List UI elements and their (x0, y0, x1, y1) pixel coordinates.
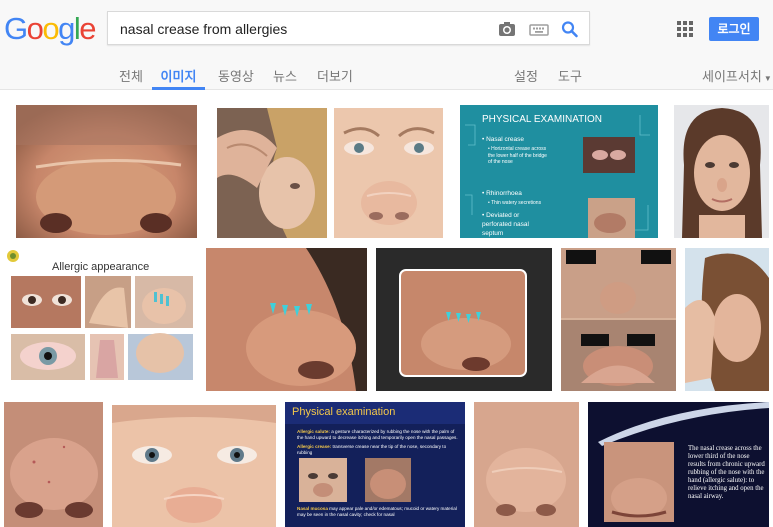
safesearch-menu[interactable]: 세이프서치 ▼ (702, 60, 772, 90)
image-result-nose-tip[interactable] (4, 402, 103, 527)
image-result-nose-closeup[interactable] (16, 105, 197, 238)
girl-portrait-image (674, 105, 769, 238)
image-result-physical-exam-slide-2[interactable]: Physical examination Allergic salute: a … (285, 402, 465, 527)
tab-settings[interactable]: 설정 (514, 60, 538, 90)
login-button[interactable]: 로그인 (709, 17, 759, 41)
tab-label: 설정 (514, 69, 538, 84)
slide-subbullet: • Horizontal crease across the lower hal… (488, 146, 547, 165)
logo-letter: o (26, 11, 44, 46)
tab-label: 뉴스 (273, 69, 297, 84)
slide-2-title: Physical examination (292, 406, 396, 418)
nose-before-after-image (561, 248, 676, 391)
image-result-allergic-appearance[interactable]: Allergic appearance (4, 248, 197, 385)
tab-more[interactable]: 더보기 (317, 60, 353, 90)
slide-2-bullet: Allergic salute: a gesture characterized… (297, 429, 461, 441)
child-nose-image (334, 108, 443, 238)
keyboard-icon[interactable] (528, 19, 550, 39)
safesearch-label: 세이프서치 (702, 69, 762, 84)
google-logo[interactable]: Google (4, 11, 96, 47)
logo-letter: G (4, 11, 28, 46)
slide-bullet-text: Nasal crease (486, 136, 525, 143)
search-box (107, 11, 590, 45)
tab-label: 도구 (558, 69, 582, 84)
slide-2-bullet-lead: Allergic crease: (297, 444, 332, 449)
image-result-girl-portrait[interactable] (674, 105, 769, 238)
header: Google nasal crease from allergies 로그인 전… (0, 0, 773, 90)
slide-2-bullet-lead: Allergic salute: (297, 429, 330, 434)
image-result-nose-arrows-1[interactable] (206, 248, 367, 391)
image-result-girl-rubbing-nose[interactable] (217, 108, 327, 238)
image-result-nose-arrows-2[interactable] (376, 248, 552, 391)
image-result-nose-front[interactable] (474, 402, 579, 527)
slide-title: PHYSICAL EXAMINATION (482, 114, 603, 125)
tab-all[interactable]: 전체 (119, 60, 143, 90)
camera-icon[interactable] (496, 19, 518, 39)
tab-tools[interactable]: 도구 (558, 60, 582, 90)
slide-2-bullet-lead: Nasal mucosa (297, 506, 328, 511)
allergic-salute-image (685, 248, 769, 391)
slide-subbullet: • Thin watery secretions (488, 200, 542, 206)
slide-bullet: • Nasal crease (482, 136, 525, 143)
image-results-grid: PHYSICAL EXAMINATION • Nasal crease • Ho… (0, 91, 773, 527)
tab-label: 이미지 (160, 69, 197, 84)
nasal-crease-caption: The nasal crease across the lower third … (688, 445, 765, 500)
logo-letter: g (58, 11, 75, 46)
nose-closeup-image (16, 105, 197, 238)
tab-label: 더보기 (317, 69, 353, 84)
image-result-child-nose[interactable] (334, 108, 443, 238)
slide-bullet-text: Rhinorrhoea (486, 190, 522, 197)
nose-tip-image (4, 402, 103, 527)
slide-subbullet-text: Thin watery secretions (491, 200, 542, 206)
search-icon[interactable] (559, 19, 581, 39)
girl-eyes-image (112, 405, 276, 527)
slide-bullet-text: Deviated or perforated nasal septum (482, 212, 529, 237)
tab-news[interactable]: 뉴스 (273, 60, 297, 90)
apps-grid-icon[interactable] (677, 21, 693, 37)
search-input[interactable] (120, 19, 480, 39)
image-result-girl-eyes[interactable] (112, 405, 276, 527)
logo-letter: e (79, 11, 96, 46)
tab-videos[interactable]: 동영상 (218, 60, 254, 90)
nose-arrows-framed-image (376, 248, 552, 391)
collage-title: Allergic appearance (52, 261, 150, 273)
nose-front-image (474, 402, 579, 527)
image-result-nose-before-after[interactable] (561, 248, 676, 391)
image-result-physical-exam-slide[interactable]: PHYSICAL EXAMINATION • Nasal crease • Ho… (460, 105, 658, 238)
girl-rubbing-nose-image (217, 108, 327, 238)
tab-images[interactable]: 이미지 (152, 60, 205, 90)
image-result-nasal-crease-caption[interactable]: The nasal crease across the lower third … (588, 402, 769, 527)
tab-label: 전체 (119, 69, 143, 84)
nose-arrows-image (206, 248, 367, 391)
tab-label: 동영상 (218, 69, 254, 84)
slide-2-bullet: Nasal mucosa may appear pale and/or edem… (297, 506, 461, 518)
image-result-allergic-salute[interactable] (685, 248, 769, 391)
slide-bullet: • Deviated or perforated nasal septum (482, 212, 529, 237)
logo-letter: o (42, 11, 59, 46)
slide-subbullet-text: Horizontal crease across the lower half … (488, 146, 547, 165)
dropdown-arrow-icon: ▼ (763, 74, 772, 83)
slide-2-bullet: Allergic crease: transverse crease near … (297, 444, 461, 456)
slide-bullet: • Rhinorrhoea (482, 190, 522, 197)
